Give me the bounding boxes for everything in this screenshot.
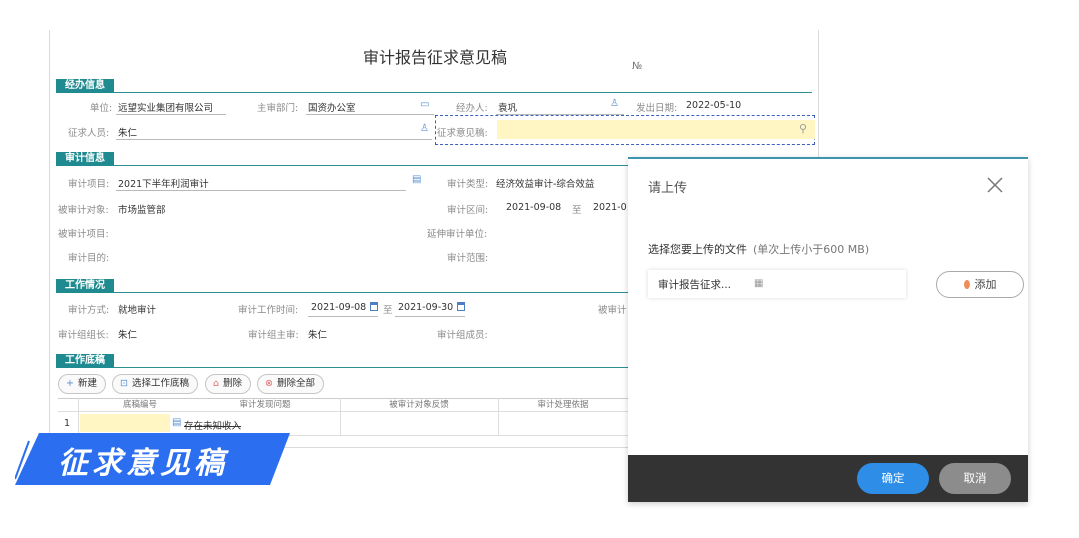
uploaded-file-item[interactable]: 审计报告征求... ▦ — [648, 270, 906, 298]
chief-auditor-label: 审计组主审: — [248, 330, 299, 341]
audited-project-label: 被审计项目: — [58, 229, 109, 240]
project-value[interactable]: 2021下半年利润审计 — [118, 176, 209, 190]
cancel-button[interactable]: 取消 — [939, 463, 1011, 494]
team-leader-value[interactable]: 朱仁 — [118, 327, 137, 341]
row-problem[interactable]: 存在未知收入 — [184, 418, 241, 432]
user-icon[interactable]: ♙ — [610, 99, 619, 109]
audited-label-truncated: 被审计 — [598, 305, 627, 316]
row-index: 1 — [64, 418, 71, 429]
opinion-upload-field[interactable] — [497, 120, 815, 139]
column-header: 被审计对象反馈 — [389, 400, 449, 410]
attach-icon: ⬮ — [963, 278, 971, 291]
section-tag-work: 工作情况 — [56, 279, 114, 293]
file-name: 审计报告征求... — [658, 279, 732, 291]
serial-number-label: № — [632, 61, 643, 72]
work-time-separator: 至 — [383, 305, 393, 316]
select-draft-button-label: 选择工作底稿 — [131, 378, 189, 389]
upload-size-hint: (单次上传小于600 MB) — [753, 243, 870, 256]
select-icon: ⊡ — [120, 378, 128, 389]
delete-all-icon: ⊗ — [265, 378, 273, 389]
dialog-title: 请上传 — [648, 181, 688, 196]
choose-file-text: 选择您要上传的文件 — [648, 243, 747, 256]
paperclip-icon[interactable]: ⚲ — [799, 123, 807, 134]
team-members-label: 审计组成员: — [437, 330, 488, 341]
handler-value[interactable]: 袁巩 — [498, 100, 517, 114]
list-icon-row[interactable]: ▤ — [172, 418, 181, 428]
delete-all-button-label: 删除全部 — [276, 378, 315, 389]
handler-label: 经办人: — [456, 103, 488, 114]
interval-end[interactable]: 2021-0 — [593, 202, 627, 213]
work-time-end-underline — [395, 316, 465, 317]
new-button[interactable]: + 新建 — [58, 374, 106, 394]
file-delete-icon[interactable]: ▦ — [754, 278, 763, 289]
section-tag-draft: 工作底稿 — [56, 354, 114, 368]
work-time-label: 审计工作时间: — [238, 305, 299, 316]
work-time-start[interactable]: 2021-09-08 — [311, 302, 366, 313]
upload-dialog: 请上传 选择您要上传的文件 (单次上传小于600 MB) 审计报告征求... ▦ … — [628, 157, 1028, 502]
method-value[interactable]: 就地审计 — [118, 302, 156, 316]
person-value[interactable]: 朱仁 — [118, 125, 137, 139]
calendar-icon-2[interactable] — [457, 302, 465, 311]
add-file-button[interactable]: ⬮ 添加 — [936, 271, 1024, 298]
audited-object-label: 被审计对象: — [58, 205, 109, 216]
list-icon[interactable]: ▤ — [412, 175, 421, 185]
audited-object-value[interactable]: 市场监管部 — [118, 202, 166, 216]
audit-type-label: 审计类型: — [447, 179, 489, 190]
add-file-button-label: 添加 — [974, 278, 997, 291]
project-underline — [116, 190, 406, 191]
banner-title: 征求意见稿 — [58, 446, 228, 481]
draft-number-cell[interactable] — [80, 414, 170, 432]
unit-underline — [116, 114, 226, 115]
dept-underline — [306, 114, 434, 115]
date-label: 发出日期: — [636, 103, 678, 114]
purpose-label: 审计目的: — [68, 253, 110, 264]
choose-file-label: 选择您要上传的文件 (单次上传小于600 MB) — [648, 241, 869, 257]
section-tag-audit: 审计信息 — [56, 152, 114, 166]
unit-value[interactable]: 远望实业集团有限公司 — [118, 100, 213, 114]
close-icon[interactable] — [985, 175, 1005, 195]
audit-type-value[interactable]: 经济效益审计-综合效益 — [496, 176, 594, 190]
extend-unit-label: 延伸审计单位: — [427, 229, 488, 240]
person-label: 征求人员: — [68, 128, 110, 139]
select-draft-button[interactable]: ⊡ 选择工作底稿 — [112, 374, 198, 394]
new-button-label: 新建 — [77, 378, 97, 389]
column-header: 底稿编号 — [122, 400, 157, 410]
trash-icon: ⌂ — [213, 378, 220, 389]
work-time-end[interactable]: 2021-09-30 — [398, 302, 453, 313]
date-value[interactable]: 2022-05-10 — [686, 100, 741, 111]
person-underline — [116, 139, 432, 140]
scope-label: 审计范围: — [447, 253, 489, 264]
column-header: 审计处理依据 — [537, 400, 589, 410]
confirm-button[interactable]: 确定 — [857, 463, 929, 494]
chief-auditor-value[interactable]: 朱仁 — [308, 327, 327, 341]
delete-button[interactable]: ⌂ 删除 — [205, 374, 252, 394]
unit-label: 单位: — [90, 103, 113, 114]
user-icon-2[interactable]: ♙ — [420, 124, 429, 134]
dept-label: 主审部门: — [257, 103, 299, 114]
calendar-icon[interactable] — [370, 302, 378, 311]
interval-separator: 至 — [572, 205, 582, 216]
page-title: 审计报告征求意见稿 — [362, 48, 507, 67]
dialog-footer: 确定 取消 — [628, 455, 1028, 502]
interval-start[interactable]: 2021-09-08 — [506, 202, 561, 213]
team-leader-label: 审计组组长: — [58, 330, 109, 341]
column-header: 审计发现问题 — [239, 400, 291, 410]
section-header-handling: 经办信息 — [56, 79, 812, 93]
section-tag-handling: 经办信息 — [56, 79, 114, 93]
opinion-label: 征求意见稿: — [437, 128, 488, 139]
project-label: 审计项目: — [68, 179, 110, 190]
work-time-start-underline — [308, 316, 378, 317]
folder-icon[interactable]: ▭ — [420, 100, 429, 110]
interval-label: 审计区间: — [447, 205, 489, 216]
delete-all-button[interactable]: ⊗ 删除全部 — [257, 374, 324, 394]
plus-icon: + — [66, 378, 74, 389]
delete-button-label: 删除 — [223, 378, 243, 389]
dept-value[interactable]: 国资办公室 — [308, 100, 356, 114]
method-label: 审计方式: — [68, 305, 110, 316]
